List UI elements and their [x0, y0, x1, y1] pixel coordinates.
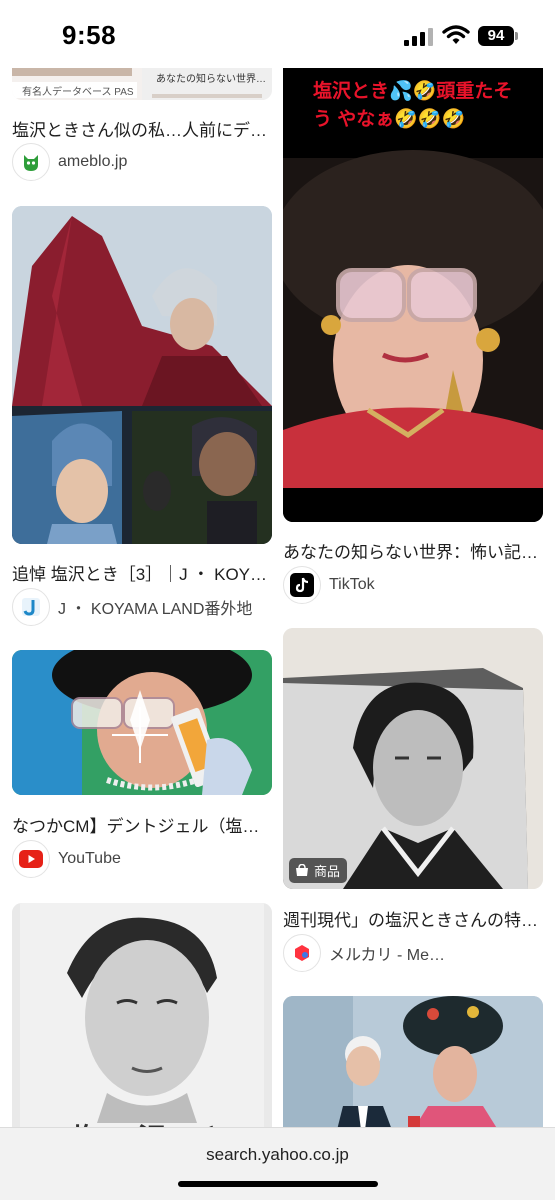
source-name: YouTube: [58, 850, 121, 867]
result-source-1[interactable]: ameblo.jp: [12, 143, 127, 181]
result-thumbnail-3[interactable]: [12, 650, 272, 795]
status-time: 9:58: [62, 20, 117, 50]
jkoyama-icon: [12, 588, 50, 626]
source-name: メルカリ - Me…: [329, 947, 445, 964]
result-caption-right-2[interactable]: 週刊現代」の塩沢ときさんの特…: [283, 906, 543, 931]
thumbnail-image: [283, 996, 543, 1127]
video-overlay-text: 塩沢とき💦🤣頭重たそう やなぁ🤣🤣🤣: [313, 81, 513, 130]
thumbnail-image: [12, 650, 272, 795]
thumbnail-image: [283, 628, 543, 889]
image-search-results: 有名人データベース PAS あなたの知らない世界… 塩沢ときさん似の私…人前にデ…: [0, 0, 555, 1127]
result-source-3[interactable]: YouTube: [12, 840, 121, 878]
ameblo-icon: [12, 143, 50, 181]
result-caption-1[interactable]: 塩沢ときさん似の私…人前にデ…: [12, 116, 272, 141]
result-thumbnail-right-2[interactable]: 商品: [283, 628, 543, 889]
result-caption-2[interactable]: 追悼 塩沢とき［3］｜J ・ KOY…: [12, 560, 272, 585]
thumbnail-label-article: あなたの知らない世界…: [156, 74, 266, 85]
result-thumbnail-right-3[interactable]: [283, 996, 543, 1127]
home-indicator[interactable]: [178, 1181, 378, 1187]
tiktok-icon: [283, 566, 321, 604]
source-name: J ・ KOYAMA LAND番外地: [58, 601, 253, 618]
thumbnail-image: [12, 903, 272, 1127]
thumbnail-image: [12, 206, 272, 544]
result-thumbnail-2[interactable]: [12, 206, 272, 544]
result-source-right-2[interactable]: メルカリ - Me…: [283, 934, 445, 972]
wifi-icon: [442, 25, 470, 44]
thumbnail-label-database: 有名人データベース PAS: [22, 87, 134, 98]
result-source-2[interactable]: J ・ KOYAMA LAND番外地: [12, 588, 252, 626]
product-badge: 商品: [289, 858, 348, 883]
battery-icon: 94: [478, 26, 514, 46]
url-bar[interactable]: search.yahoo.co.jp: [0, 1127, 555, 1200]
result-caption-3[interactable]: なつかCM】デントジェル（塩…: [12, 812, 272, 837]
result-caption-right-1[interactable]: あなたの知らない世界：怖い記…: [283, 538, 543, 563]
result-thumbnail-4[interactable]: 塩 沢 と: [12, 903, 272, 1127]
mercari-icon: [283, 934, 321, 972]
battery-tip: [515, 32, 518, 40]
status-bar: 9:58 94: [0, 0, 555, 68]
result-thumbnail-right-1[interactable]: 塩沢とき💦🤣頭重たそう やなぁ🤣🤣🤣: [283, 40, 543, 522]
badge-label: 商品: [314, 864, 341, 879]
thumbnail-partial-text: 塩 沢 と: [72, 1117, 246, 1127]
youtube-icon: [12, 840, 50, 878]
source-name: ameblo.jp: [58, 153, 128, 170]
cellular-signal-icon: [404, 28, 434, 46]
source-name: TikTok: [329, 576, 375, 593]
url-text[interactable]: search.yahoo.co.jp: [0, 1145, 555, 1165]
shopping-bag-icon: [296, 864, 308, 876]
result-source-right-1[interactable]: TikTok: [283, 566, 375, 604]
